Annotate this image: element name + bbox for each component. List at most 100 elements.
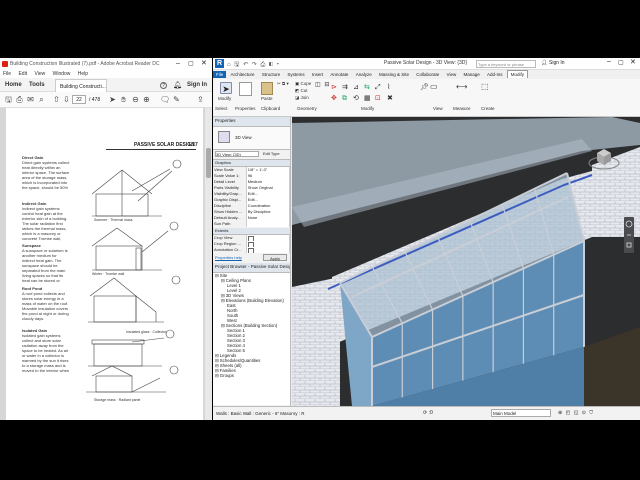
print-icon[interactable]: ⎙ [15, 95, 24, 104]
tab-massing-site[interactable]: Massing & Site [376, 71, 412, 78]
revit-logo-icon[interactable]: R [215, 59, 224, 68]
measure-icon[interactable]: ⟷ [456, 82, 467, 91]
3d-view-type-icon [218, 131, 230, 143]
page-up-icon[interactable]: ⇧ [52, 95, 61, 104]
view-icon[interactable]: ▭ [430, 82, 438, 91]
properties-help-link[interactable]: Properties help [215, 255, 242, 260]
modify-tools-icons[interactable]: ⊳ ⇉ ⊿ ⇆ ⤢ ⌇ ✥ ⧉ ⟲ ▦ ⊡ ✖ [331, 81, 411, 103]
maximize-button[interactable]: ▢ [618, 59, 624, 66]
modify-button-label: Modify [218, 96, 232, 101]
pdf-menu-bar: File Edit View Window Help [0, 70, 212, 78]
figure-caption: Insulated glass · Collector [126, 330, 167, 334]
worksharing-icons[interactable]: ⟳ :0 [423, 410, 433, 416]
scroll-thumb[interactable] [206, 148, 211, 178]
menu-file[interactable]: File [3, 71, 11, 77]
menu-view[interactable]: View [34, 71, 45, 77]
create-icon[interactable]: ⬚ [481, 82, 489, 91]
cursor-icon[interactable]: ➤ [108, 95, 117, 104]
svg-text:⇉: ⇉ [342, 83, 348, 91]
pin-icon[interactable]: 📌︎ [420, 83, 429, 91]
pdf-document-area[interactable]: PASSIVE SOLAR DESIGN 1.17 Direct Gain Di… [0, 108, 212, 420]
model-selector[interactable]: Main Model [491, 409, 551, 417]
tab-file[interactable]: File [213, 71, 227, 78]
tab-add-ins[interactable]: Add-Ins [484, 71, 506, 78]
tab-architecture[interactable]: Architecture [228, 71, 258, 78]
cut-button[interactable]: ◩ Cut [295, 88, 308, 94]
tab-collaborate[interactable]: Collaborate [413, 71, 442, 78]
help-icon[interactable]: ? [160, 82, 167, 89]
property-value[interactable] [246, 221, 290, 227]
brick-wall-left[interactable] [292, 277, 340, 406]
tab-structure[interactable]: Structure [259, 71, 283, 78]
tab-modify[interactable]: Modify [506, 70, 529, 78]
project-browser-tree[interactable]: ⊟ Site ⊟ Ceiling Plans Level 1 Level 2 ⊟ 3D … [213, 273, 290, 405]
sign-in-link[interactable]: Sign In [549, 60, 565, 66]
edit-type-button[interactable]: Edit Type [263, 151, 280, 156]
clipboard-small-icons[interactable]: ✂ ⧉ ▾ [277, 81, 289, 87]
properties-icon[interactable] [239, 82, 252, 96]
solar-house-model[interactable] [292, 117, 640, 406]
cope-button[interactable]: ▣ Cope [295, 81, 311, 87]
page-number-input[interactable]: 22 [72, 95, 86, 104]
tab-insert[interactable]: Insert [309, 71, 326, 78]
view-selector-row: 3D View: {3D} Edit Type [213, 150, 290, 160]
property-row[interactable]: Sun Path [213, 221, 290, 227]
3d-view-canvas[interactable] [292, 117, 640, 406]
caption-text: Trombe wall [105, 272, 125, 276]
share-icon[interactable]: ⇪ [196, 95, 205, 104]
join-button[interactable]: ◪ Join [295, 95, 309, 101]
svg-text:✥: ✥ [331, 94, 337, 102]
comment-icon[interactable]: 🗨︎ [160, 95, 170, 104]
pdf-page: PASSIVE SOLAR DESIGN 1.17 Direct Gain Di… [6, 108, 203, 420]
navigation-bar[interactable] [624, 217, 634, 253]
search-icon[interactable]: ⌕ [37, 95, 46, 104]
zoom-out-icon[interactable]: ⊖ [131, 95, 140, 104]
page-down-icon[interactable]: ⇩ [62, 95, 71, 104]
quick-access-icons[interactable]: ⌂ 🖫 ↶ ↷ ⎙ ◧ ▾ [227, 60, 280, 70]
tab-tools[interactable]: Tools [29, 78, 45, 92]
save-icon[interactable]: 🖫 [4, 95, 13, 104]
minimize-button[interactable]: – [176, 60, 180, 67]
extents-rows: Crop View Crop Region ... Annotation Cr... [213, 235, 290, 253]
page-total: / 478 [89, 97, 101, 103]
sign-in-link[interactable]: Sign In [187, 78, 207, 92]
group-modify: Modify [361, 106, 375, 111]
tab-annotate[interactable]: Annotate [327, 71, 351, 78]
close-button[interactable]: ✕ [630, 58, 636, 66]
svg-text:⟲: ⟲ [353, 94, 359, 102]
type-selector[interactable]: 3D View [213, 127, 290, 150]
mail-icon[interactable]: ✉ [26, 95, 35, 104]
zoom-in-icon[interactable]: ⊕ [142, 95, 151, 104]
pdf-reader-window: Building Construction Illustrated (7).pd… [0, 58, 212, 420]
tab-home[interactable]: Home [5, 78, 22, 92]
menu-help[interactable]: Help [78, 71, 88, 77]
close-button[interactable]: ✕ [201, 59, 207, 67]
tab-document[interactable]: Building Constructi... [55, 79, 107, 92]
menu-window[interactable]: Window [53, 71, 71, 77]
tab-manage[interactable]: Manage [460, 71, 482, 78]
tab-analyze[interactable]: Analyze [353, 71, 375, 78]
properties-palette: Properties 3D View 3D View: {3D} Edit Ty… [213, 117, 291, 414]
editable-count: :0 [428, 410, 433, 416]
pdf-scrollbar[interactable] [205, 108, 212, 420]
paste-icon[interactable] [261, 82, 273, 95]
selection-filter-icons[interactable]: ⊕ ◰ ◱ ⊙ ⛉ [558, 410, 594, 416]
apply-button[interactable]: Apply [263, 254, 287, 261]
section-roof-pond: Roof Pond A roof pond collects and store… [22, 286, 70, 326]
view-selector[interactable]: 3D View: {3D} [215, 151, 259, 157]
hand-icon[interactable]: ✋︎ [119, 95, 128, 104]
minimize-button[interactable]: – [607, 58, 611, 65]
figure-caption: Summer · Thermal mass [94, 218, 133, 222]
user-icon[interactable]: 👤︎ [541, 60, 547, 66]
menu-edit[interactable]: Edit [18, 71, 27, 77]
property-rows: View Scale 1/8" = 1'-0" Scale Value 1: 96 De… [213, 167, 290, 227]
search-input[interactable]: Type a keyword or phrase [476, 60, 536, 68]
pen-icon[interactable]: ✎ [172, 95, 181, 104]
bell-icon[interactable]: 🔔︎ [173, 81, 182, 89]
modify-cursor-icon[interactable]: ➤ [220, 82, 232, 94]
browser-tree-item[interactable]: ⊟ Groups [215, 373, 290, 378]
tab-view[interactable]: View [444, 71, 460, 78]
maximize-button[interactable]: ▢ [188, 60, 194, 67]
geometry-tools-icons[interactable]: ◫ ⊟ [315, 81, 330, 88]
tab-systems[interactable]: Systems [284, 71, 307, 78]
